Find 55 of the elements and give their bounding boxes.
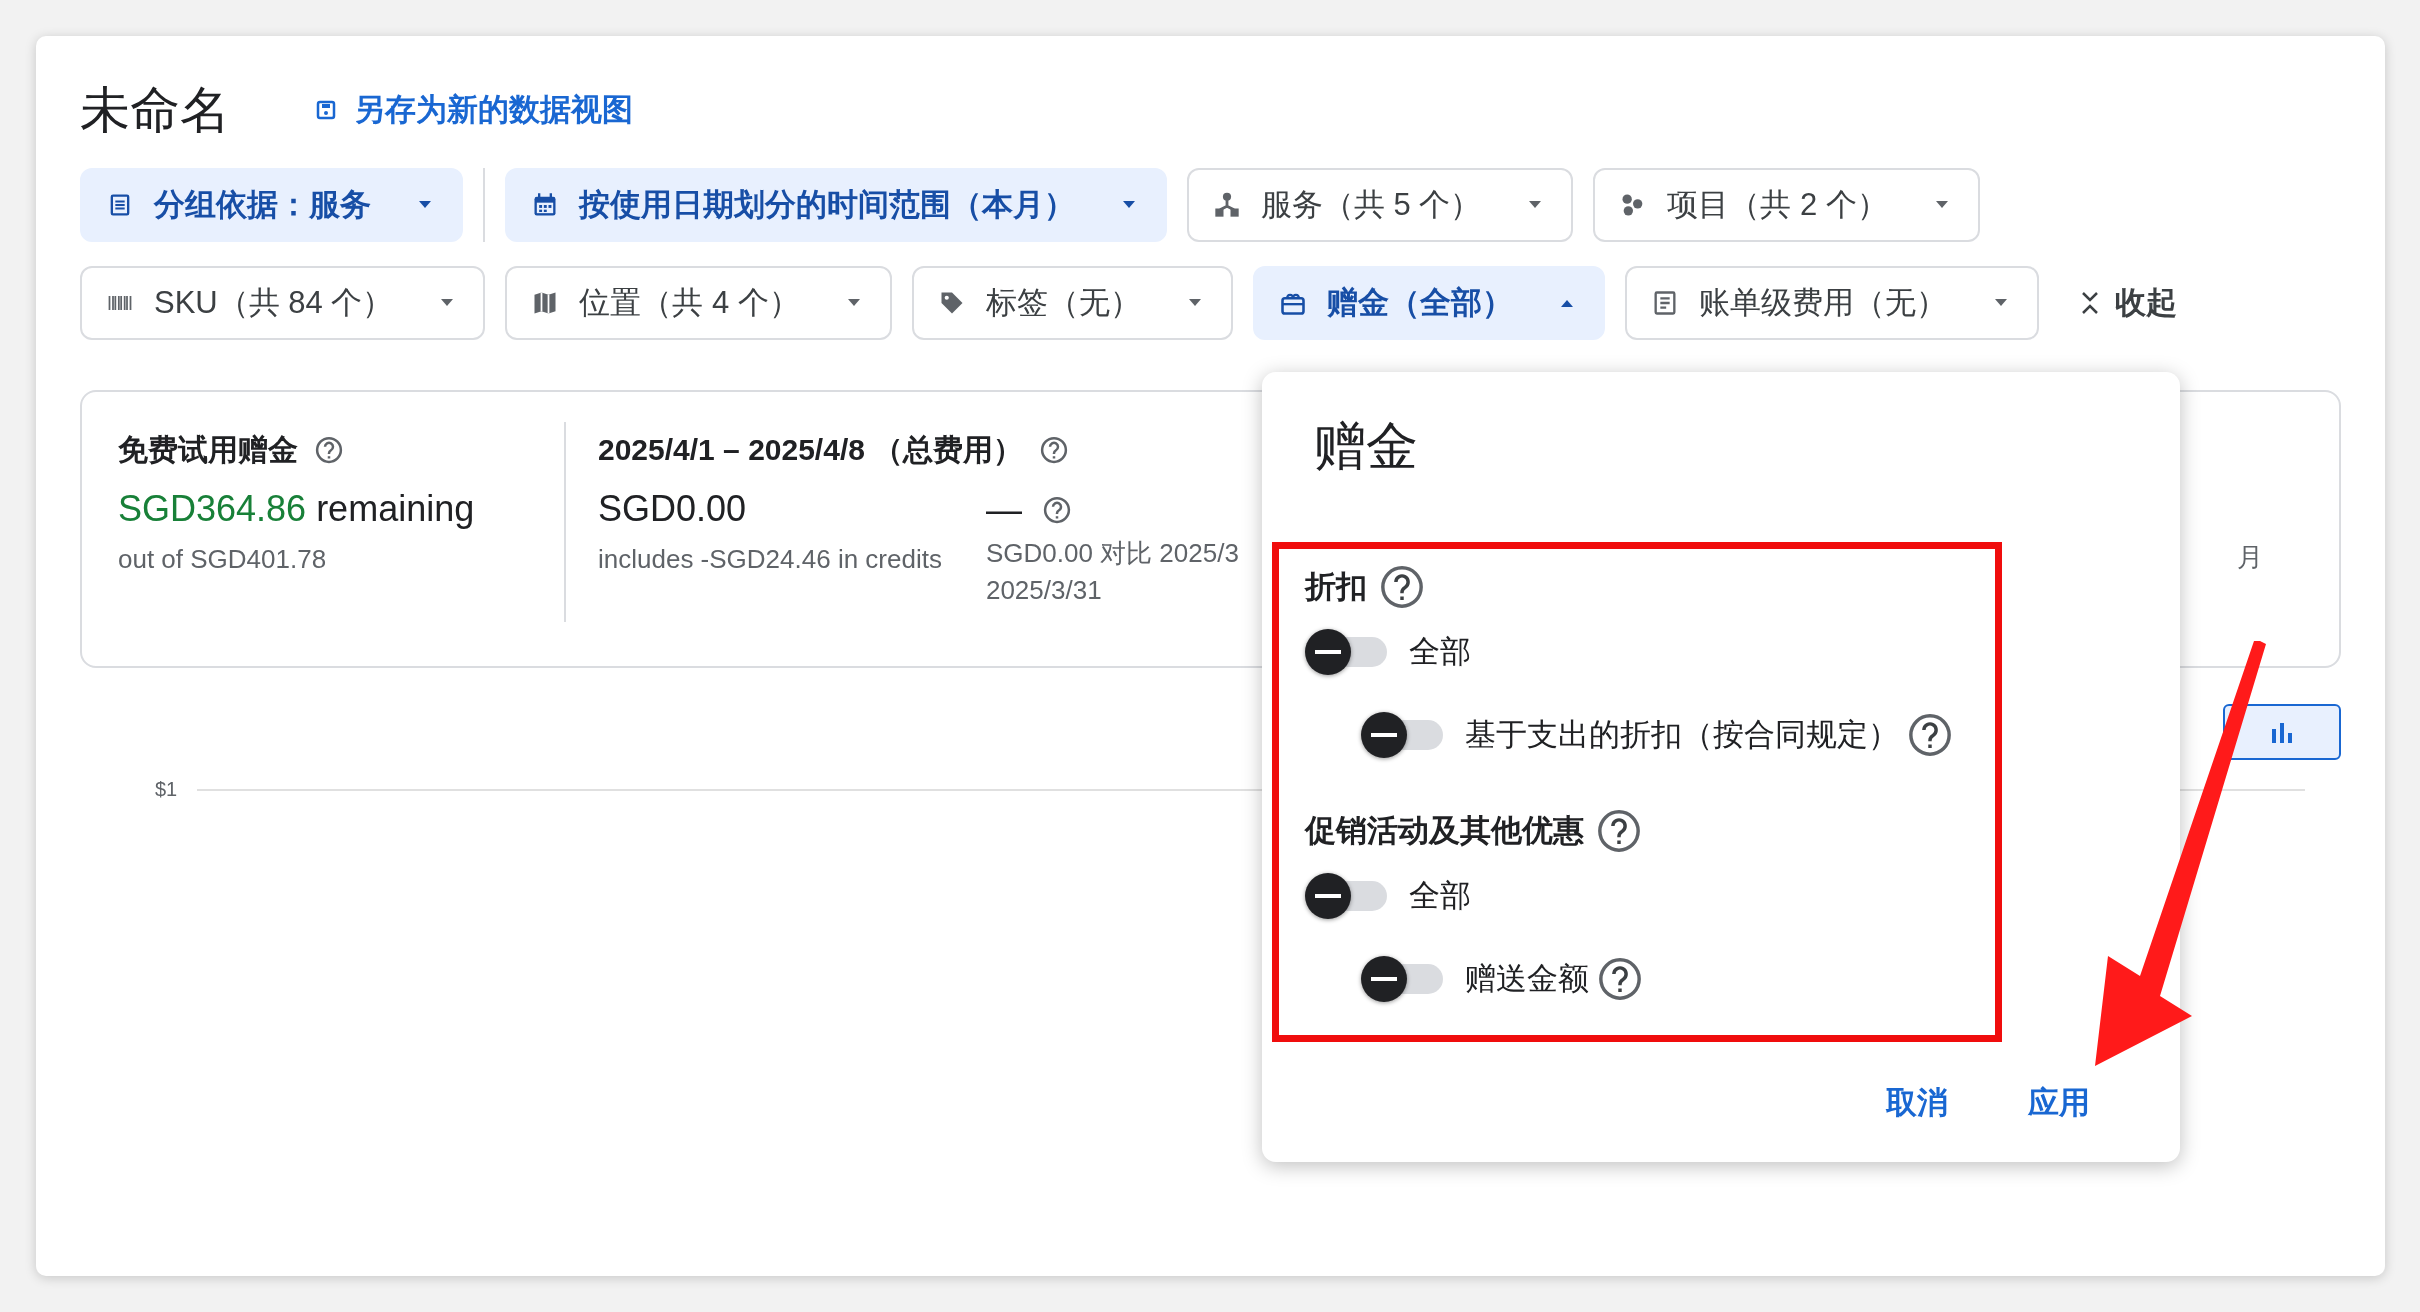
toggle-switch[interactable] bbox=[1361, 711, 1445, 759]
total-amount: SGD0.00 bbox=[598, 488, 748, 531]
filter-chip[interactable]: 位置（共 4 个） bbox=[505, 266, 892, 340]
section-heading: 折扣 bbox=[1305, 568, 1367, 606]
toggle-label: 基于支出的折扣（按合同规定） bbox=[1465, 716, 1899, 754]
axis-label: $1 bbox=[155, 778, 178, 801]
filter-chip[interactable]: 按使用日期划分的时间范围（本月） bbox=[505, 168, 1167, 242]
filter-chip[interactable]: 项目（共 2 个） bbox=[1593, 168, 1980, 242]
save-icon bbox=[316, 100, 336, 120]
filter-chip[interactable]: 分组依据：服务 bbox=[80, 168, 463, 242]
collapse-button[interactable]: 收起 bbox=[2070, 274, 2185, 332]
caret-icon bbox=[1186, 298, 1203, 308]
stat-note: out of SGD401.78 bbox=[118, 544, 328, 575]
bar-chart-icon bbox=[2269, 721, 2295, 743]
comparison-note: 2025/3/31 bbox=[985, 575, 1103, 606]
popup-title: 赠金 bbox=[1313, 416, 1419, 477]
comparison-note: SGD0.00 对比 2025/3 bbox=[985, 537, 1239, 570]
hierarchy-icon bbox=[1213, 191, 1241, 219]
section-heading: 促销活动及其他优惠 bbox=[1305, 812, 1584, 850]
stat-title: 免费试用赠金 bbox=[118, 431, 298, 468]
cancel-button[interactable]: 取消 bbox=[1866, 1072, 1968, 1134]
caret-icon bbox=[1121, 200, 1137, 210]
help-icon[interactable] bbox=[1907, 712, 1953, 758]
page-title: 未命名 bbox=[80, 80, 230, 140]
save-view-link[interactable]: 另存为新的数据视图 bbox=[316, 89, 633, 131]
caret-icon bbox=[845, 298, 862, 308]
apply-button[interactable]: 应用 bbox=[2008, 1072, 2110, 1134]
toggle-label: 全部 bbox=[1409, 633, 1471, 671]
filter-chip[interactable]: 标签（无） bbox=[911, 266, 1233, 340]
toggle-label: 全部 bbox=[1409, 877, 1471, 915]
help-icon[interactable] bbox=[1597, 956, 1643, 1002]
help-icon[interactable] bbox=[1041, 495, 1072, 525]
help-icon[interactable] bbox=[1379, 564, 1425, 610]
filter-chip[interactable]: 服务（共 5 个） bbox=[1187, 168, 1574, 242]
filter-chip[interactable]: SKU（共 84 个） bbox=[80, 266, 486, 340]
caret-icon bbox=[1558, 298, 1575, 308]
caret-icon bbox=[417, 200, 433, 210]
caret-icon bbox=[1933, 200, 1950, 210]
credit-amount: SGD364.86 remaining bbox=[118, 488, 476, 531]
toggle-switch[interactable] bbox=[1361, 955, 1445, 1003]
stat-note: 月 bbox=[2237, 541, 2263, 574]
toggle-label: 赠送金额 bbox=[1465, 960, 1589, 998]
caret-icon bbox=[1527, 200, 1544, 210]
caret-icon bbox=[439, 298, 456, 308]
filter-chip[interactable]: 赠金（全部） bbox=[1252, 266, 1605, 340]
change-value: — bbox=[985, 489, 1022, 531]
help-icon[interactable] bbox=[1596, 808, 1642, 854]
help-icon[interactable] bbox=[1039, 435, 1070, 465]
stat-note: includes -SGD24.46 in credits bbox=[598, 544, 942, 575]
toggle-switch[interactable] bbox=[1305, 872, 1389, 920]
caret-icon bbox=[1992, 298, 2009, 308]
filter-chip[interactable]: 账单级费用（无） bbox=[1624, 266, 2039, 340]
toggle-switch[interactable] bbox=[1305, 628, 1389, 676]
help-icon[interactable] bbox=[314, 435, 344, 465]
stat-title: 2025/4/1 – 2025/4/8 （总费用） bbox=[598, 431, 1024, 468]
